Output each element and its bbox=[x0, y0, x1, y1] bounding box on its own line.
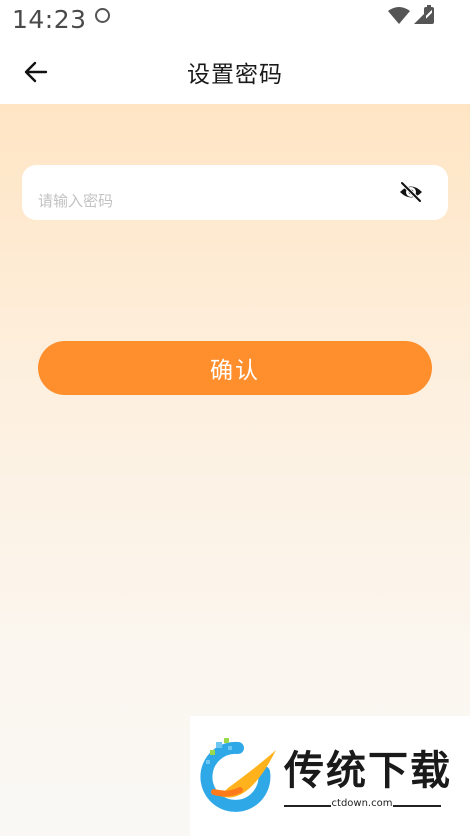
screen: 14:23 设置密码 确认 传统下载 ctdown.com bbox=[0, 0, 470, 836]
status-time: 14:23 bbox=[12, 5, 87, 34]
watermark-title: 传统下载 bbox=[284, 748, 452, 794]
eye-off-icon bbox=[400, 181, 422, 203]
page-title: 设置密码 bbox=[187, 62, 283, 88]
notification-circle-icon bbox=[95, 8, 110, 23]
status-bar: 14:23 bbox=[0, 0, 470, 42]
password-input[interactable] bbox=[38, 165, 388, 220]
battery-icon bbox=[424, 5, 434, 24]
confirm-button[interactable]: 确认 bbox=[38, 341, 432, 395]
password-field bbox=[22, 165, 448, 220]
toggle-visibility-button[interactable] bbox=[398, 181, 424, 203]
watermark-divider-left bbox=[284, 805, 331, 807]
wifi-icon bbox=[388, 7, 410, 24]
watermark-url: ctdown.com bbox=[331, 798, 393, 809]
ctdown-logo-icon bbox=[200, 738, 276, 812]
watermark-divider-right bbox=[393, 805, 441, 807]
header: 设置密码 bbox=[0, 42, 470, 104]
watermark: 传统下载 ctdown.com bbox=[190, 716, 470, 836]
